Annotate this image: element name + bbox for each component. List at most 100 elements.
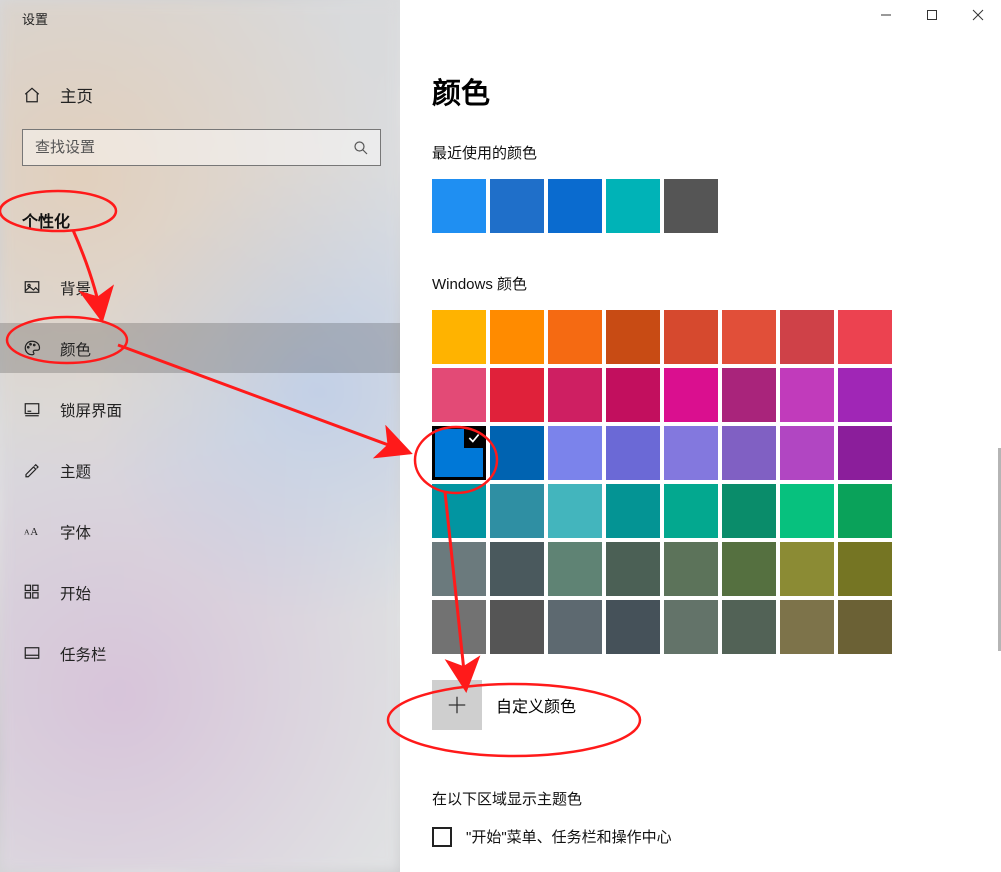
sidebar-item-theme[interactable]: 主题	[0, 445, 400, 495]
sidebar-item-label: 背景	[60, 277, 91, 299]
recent-color-swatch[interactable]	[548, 179, 602, 233]
close-button[interactable]	[955, 0, 1001, 30]
windows-color-swatch[interactable]	[490, 310, 544, 364]
windows-color-swatch[interactable]	[490, 542, 544, 596]
custom-color-label: 自定义颜色	[496, 693, 576, 717]
windows-color-swatch[interactable]	[432, 484, 486, 538]
windows-color-swatch[interactable]	[722, 426, 776, 480]
windows-color-swatch[interactable]	[780, 368, 834, 422]
windows-colors-grid	[432, 310, 904, 654]
windows-color-swatch[interactable]	[780, 484, 834, 538]
windows-color-swatch[interactable]	[722, 484, 776, 538]
windows-color-swatch[interactable]	[548, 542, 602, 596]
windows-color-swatch[interactable]	[780, 310, 834, 364]
windows-color-swatch[interactable]	[548, 310, 602, 364]
accent-checkbox-label: "开始"菜单、任务栏和操作中心	[466, 826, 672, 847]
windows-color-swatch[interactable]	[490, 484, 544, 538]
sidebar-item-background[interactable]: 背景	[0, 262, 400, 312]
recent-color-swatch[interactable]	[606, 179, 660, 233]
windows-color-swatch[interactable]	[606, 368, 660, 422]
lockscreen-icon	[22, 399, 42, 419]
minimize-button[interactable]	[863, 0, 909, 30]
windows-color-swatch[interactable]	[548, 368, 602, 422]
sidebar-item-label: 字体	[60, 521, 91, 543]
windows-color-swatch[interactable]	[722, 368, 776, 422]
palette-icon	[22, 338, 42, 358]
windows-color-swatch[interactable]	[722, 310, 776, 364]
recent-color-swatch[interactable]	[490, 179, 544, 233]
custom-color-button[interactable]	[432, 680, 482, 730]
maximize-button[interactable]	[909, 0, 955, 30]
sidebar-item-color[interactable]: 颜色	[0, 323, 400, 373]
sidebar-item-label: 颜色	[60, 338, 91, 360]
windows-color-swatch[interactable]	[722, 600, 776, 654]
window-controls	[863, 0, 1001, 34]
windows-color-swatch[interactable]	[606, 484, 660, 538]
svg-text:A: A	[24, 527, 30, 536]
windows-color-swatch[interactable]	[606, 426, 660, 480]
sidebar-section-title: 个性化	[0, 208, 400, 232]
windows-color-swatch[interactable]	[664, 426, 718, 480]
accent-checkbox-start-taskbar[interactable]	[432, 827, 452, 847]
windows-color-swatch[interactable]	[432, 542, 486, 596]
windows-color-swatch[interactable]	[838, 368, 892, 422]
sidebar-item-label: 主题	[60, 460, 91, 482]
home-icon	[22, 85, 42, 105]
windows-color-swatch[interactable]	[432, 310, 486, 364]
font-icon: AA	[22, 521, 42, 541]
windows-color-swatch[interactable]	[490, 426, 544, 480]
search-input[interactable]	[23, 130, 380, 165]
windows-colors-label: Windows 颜色	[432, 273, 1001, 294]
windows-color-swatch[interactable]	[838, 484, 892, 538]
show-accent-areas-label: 在以下区域显示主题色	[432, 788, 1001, 809]
windows-color-swatch[interactable]	[664, 542, 718, 596]
recent-color-swatch[interactable]	[664, 179, 718, 233]
windows-color-swatch[interactable]	[432, 600, 486, 654]
picture-icon	[22, 277, 42, 297]
page-title: 颜色	[432, 70, 1001, 112]
check-icon	[464, 428, 484, 448]
sidebar: 设置 主页 个性化	[0, 0, 400, 872]
sidebar-item-label: 锁屏界面	[60, 399, 122, 421]
search-box[interactable]	[22, 129, 381, 166]
windows-color-swatch[interactable]	[780, 426, 834, 480]
windows-color-swatch[interactable]	[490, 368, 544, 422]
windows-color-swatch[interactable]	[838, 542, 892, 596]
sidebar-home-label: 主页	[60, 83, 93, 107]
windows-color-swatch[interactable]	[432, 426, 486, 480]
main-pane: 颜色 最近使用的颜色 Windows 颜色 自定义颜色 在以下区域显示主题色 "…	[400, 0, 1001, 872]
windows-color-swatch[interactable]	[838, 310, 892, 364]
windows-color-swatch[interactable]	[548, 600, 602, 654]
custom-color-row: 自定义颜色	[432, 680, 1001, 730]
sidebar-item-lockscreen[interactable]: 锁屏界面	[0, 384, 400, 434]
windows-color-swatch[interactable]	[664, 368, 718, 422]
windows-color-swatch[interactable]	[664, 600, 718, 654]
windows-color-swatch[interactable]	[722, 542, 776, 596]
recent-color-swatch[interactable]	[432, 179, 486, 233]
windows-color-swatch[interactable]	[548, 484, 602, 538]
windows-color-swatch[interactable]	[838, 600, 892, 654]
theme-icon	[22, 460, 42, 480]
sidebar-item-font[interactable]: AA 字体	[0, 506, 400, 556]
windows-color-swatch[interactable]	[432, 368, 486, 422]
windows-color-swatch[interactable]	[606, 600, 660, 654]
windows-color-swatch[interactable]	[838, 426, 892, 480]
windows-color-swatch[interactable]	[490, 600, 544, 654]
sidebar-home[interactable]: 主页	[0, 73, 400, 116]
sidebar-item-taskbar[interactable]: 任务栏	[0, 628, 400, 678]
windows-color-swatch[interactable]	[780, 600, 834, 654]
accent-checkbox-row: "开始"菜单、任务栏和操作中心	[432, 826, 1001, 847]
sidebar-item-label: 任务栏	[60, 643, 107, 665]
windows-color-swatch[interactable]	[664, 484, 718, 538]
windows-color-swatch[interactable]	[548, 426, 602, 480]
sidebar-item-start[interactable]: 开始	[0, 567, 400, 617]
sidebar-nav: 背景 颜色 锁屏界面	[0, 262, 400, 678]
windows-color-swatch[interactable]	[606, 310, 660, 364]
sidebar-item-label: 开始	[60, 582, 91, 604]
svg-text:A: A	[30, 527, 38, 538]
window-title: 设置	[0, 0, 400, 32]
recent-colors	[432, 179, 1001, 233]
windows-color-swatch[interactable]	[780, 542, 834, 596]
windows-color-swatch[interactable]	[606, 542, 660, 596]
windows-color-swatch[interactable]	[664, 310, 718, 364]
